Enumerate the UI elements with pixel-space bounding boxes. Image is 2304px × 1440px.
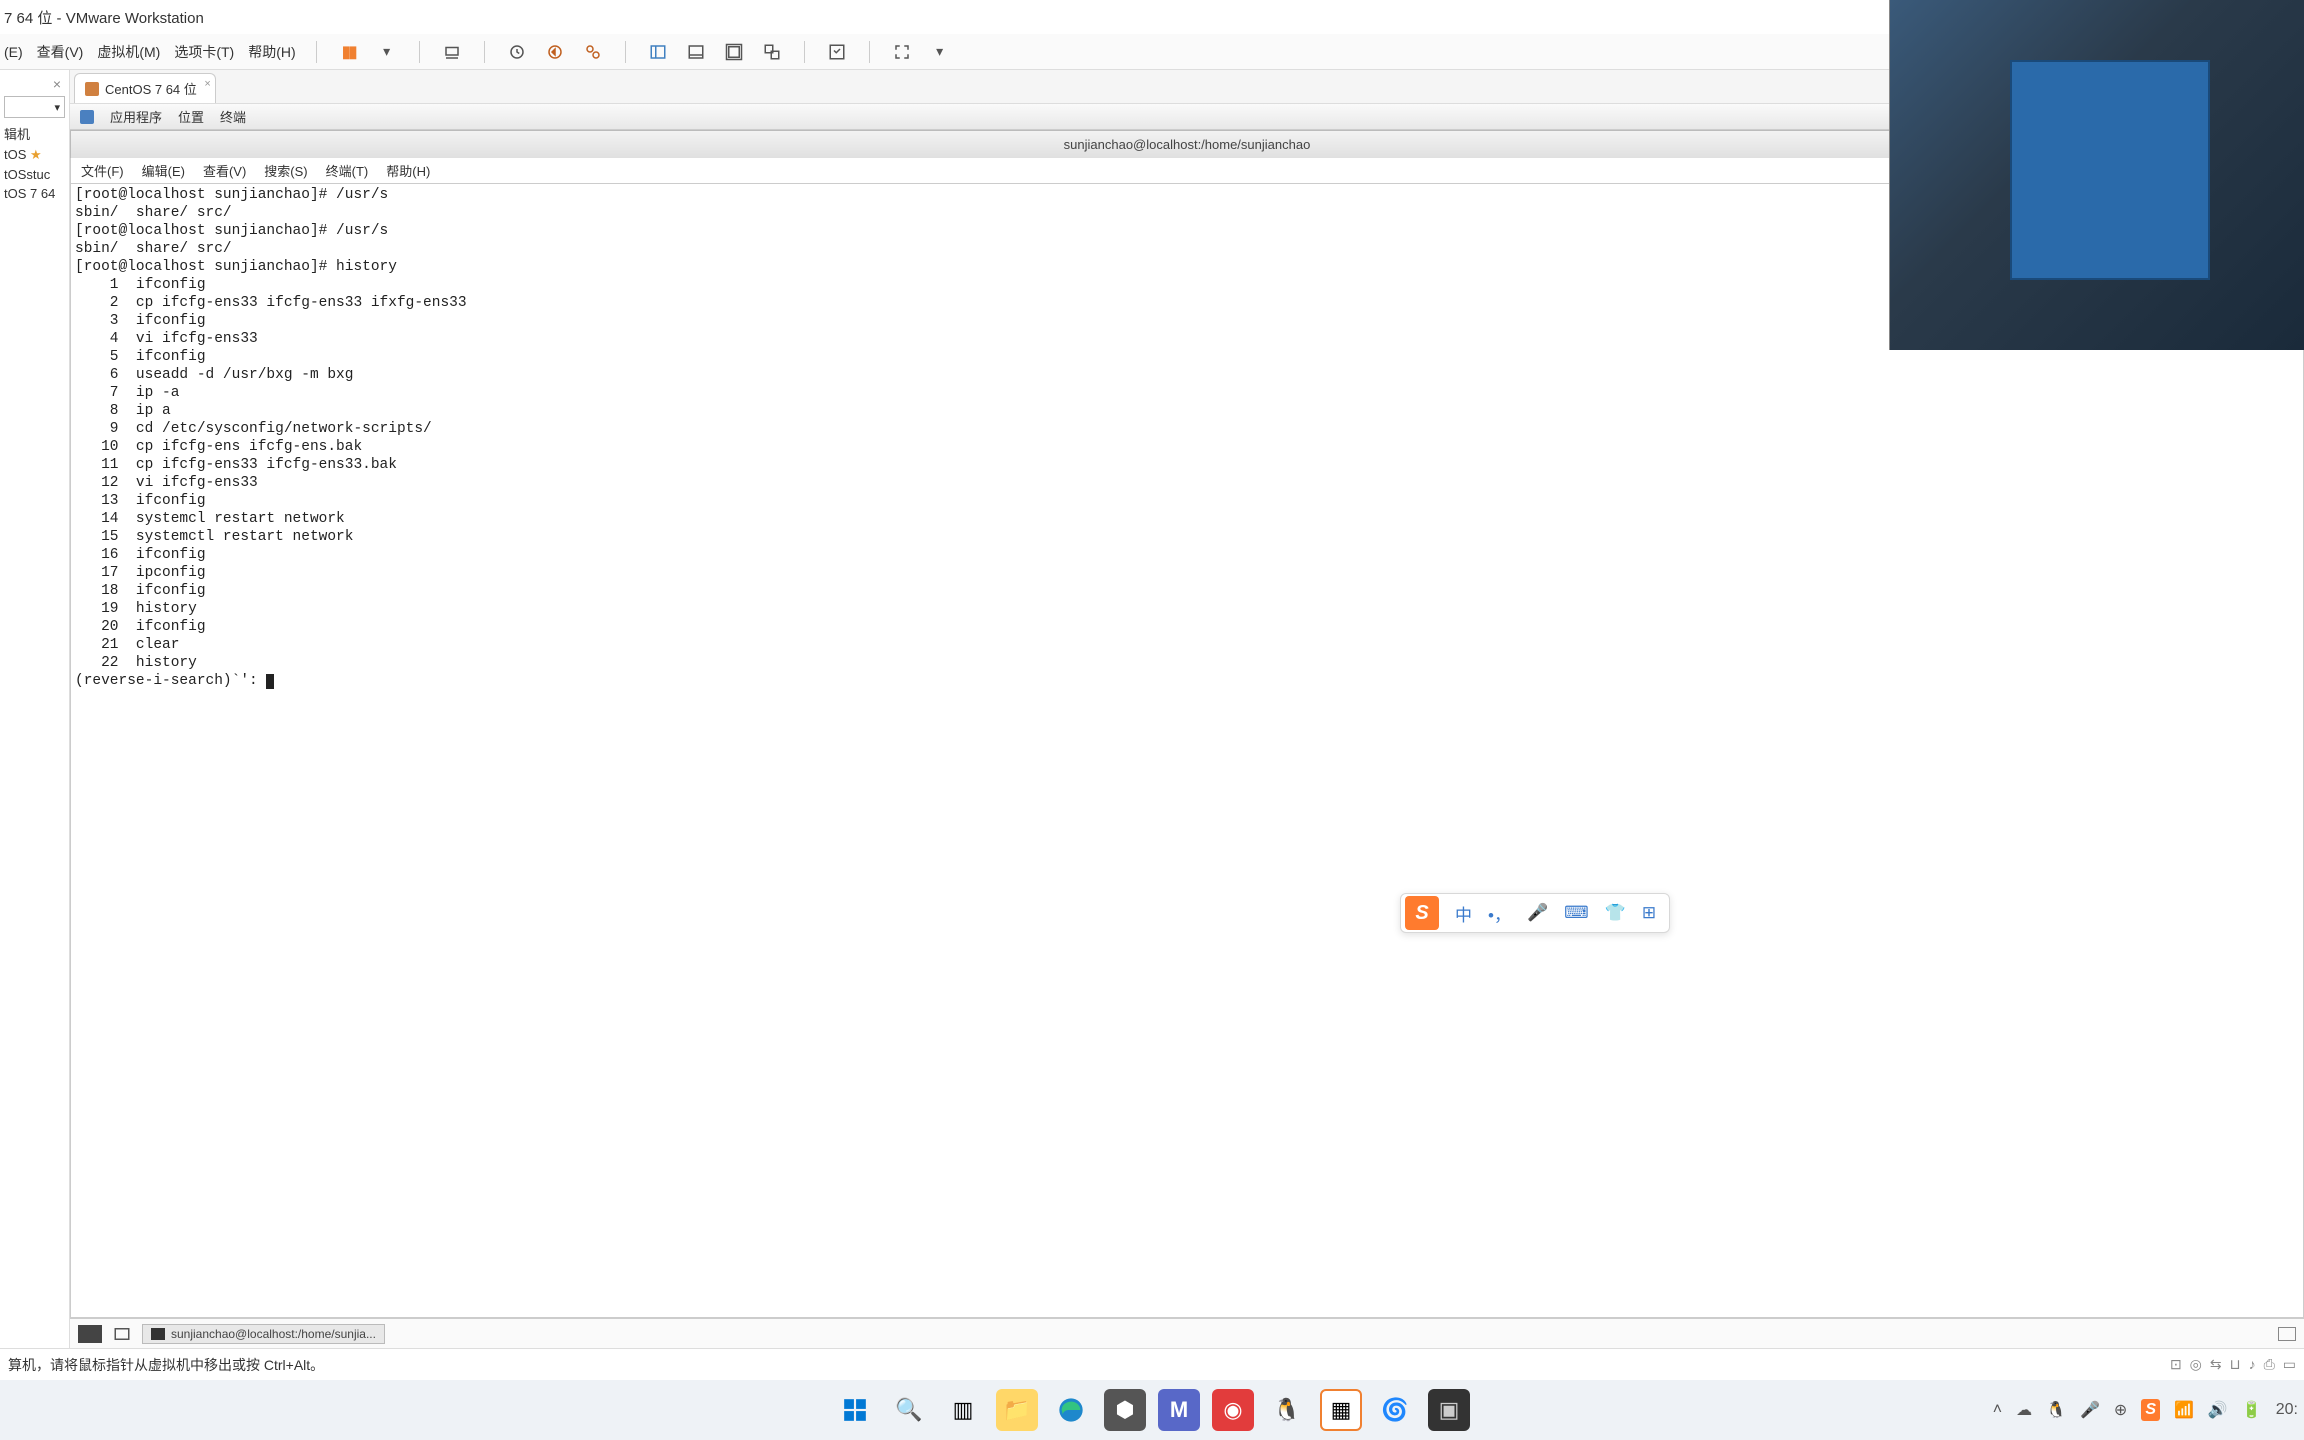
hint-text: 算机，请将鼠标指针从虚拟机中移出或按 Ctrl+Alt。: [8, 1355, 324, 1375]
app-icon-dark[interactable]: ▣: [1428, 1389, 1470, 1431]
webcam-overlay: [1889, 0, 2304, 350]
qq-icon[interactable]: 🐧: [1266, 1389, 1308, 1431]
fullscreen-icon[interactable]: [825, 40, 849, 64]
unity-icon[interactable]: [760, 40, 784, 64]
netease-music-icon[interactable]: ◉: [1212, 1389, 1254, 1431]
keyboard-icon[interactable]: ⌨: [1564, 903, 1589, 923]
system-tray: ˄ ☁ 🐧 🎤 ⊕ S 📶 🔊 🔋 20:: [1993, 1399, 2298, 1421]
vm-tab-icon: [85, 82, 99, 96]
volume-icon[interactable]: 🔊: [2208, 1400, 2228, 1420]
terminal-output[interactable]: [root@localhost sunjianchao]# /usr/s sbi…: [70, 184, 2304, 1318]
gnome-tray: [2278, 1327, 2296, 1341]
tray-sync-icon[interactable]: ⊕: [2114, 1400, 2127, 1420]
term-menu-edit[interactable]: 编辑(E): [142, 161, 185, 180]
start-button[interactable]: [834, 1389, 876, 1431]
chevron-up-icon[interactable]: ˄: [1993, 1401, 2002, 1419]
device-disk-icon[interactable]: ⊡: [2170, 1356, 2182, 1373]
dropdown2-icon[interactable]: ▾: [928, 40, 952, 64]
edge-icon[interactable]: [1050, 1389, 1092, 1431]
window-title: 7 64 位 - VMware Workstation: [4, 7, 204, 28]
gnome-taskbar: sunjianchao@localhost:/home/sunjia...: [70, 1318, 2304, 1348]
tray-mic-icon[interactable]: 🎤: [2080, 1400, 2100, 1420]
term-menu-help[interactable]: 帮助(H): [386, 161, 430, 180]
activities-icon[interactable]: [80, 110, 94, 124]
close-icon[interactable]: ×: [53, 76, 61, 92]
enter-fullscreen-icon[interactable]: [890, 40, 914, 64]
vm-tab-label: CentOS 7 64 位: [105, 79, 197, 98]
task-view-icon[interactable]: ▥: [942, 1389, 984, 1431]
device-cd-icon[interactable]: ◎: [2190, 1356, 2202, 1373]
show-desktop-icon[interactable]: [78, 1325, 102, 1343]
term-menu-terminal[interactable]: 终端(T): [326, 161, 369, 180]
sidebar-item[interactable]: tOSstuc: [0, 165, 69, 184]
menu-help[interactable]: 帮助(H): [248, 42, 295, 62]
sidebar-item[interactable]: 辑机: [0, 122, 69, 145]
app-icon-m[interactable]: M: [1158, 1389, 1200, 1431]
terminal-icon: [151, 1328, 165, 1340]
device-sound-icon[interactable]: ♪: [2249, 1356, 2256, 1373]
show-console-icon[interactable]: [684, 40, 708, 64]
device-printer-icon[interactable]: ⎙: [2264, 1356, 2275, 1373]
snapshot-revert-icon[interactable]: [543, 40, 567, 64]
sidebar-item[interactable]: tOS 7 64: [0, 184, 69, 203]
sidebar-item[interactable]: tOS ★: [0, 145, 69, 165]
window-list-icon[interactable]: [110, 1322, 134, 1346]
terminal-cursor: [266, 674, 274, 689]
toolbox-icon[interactable]: ⊞: [1642, 903, 1656, 923]
snapshot-icon[interactable]: [505, 40, 529, 64]
sogou-logo-icon[interactable]: S: [1405, 896, 1439, 930]
menu-tabs[interactable]: 选项卡(T): [174, 42, 234, 62]
term-menu-file[interactable]: 文件(F): [81, 161, 124, 180]
menu-edit[interactable]: (E): [4, 44, 23, 60]
app-icon-hex[interactable]: ⬢: [1104, 1389, 1146, 1431]
tray-ime-icon[interactable]: S: [2141, 1399, 2160, 1421]
search-combo[interactable]: ▾: [4, 96, 65, 118]
taskbar-terminal-label: sunjianchao@localhost:/home/sunjia...: [171, 1327, 376, 1341]
clock[interactable]: 20:: [2276, 1401, 2298, 1419]
vmware-hintbar: 算机，请将鼠标指针从虚拟机中移出或按 Ctrl+Alt。 ⊡ ◎ ⇆ ⊔ ♪ ⎙…: [0, 1348, 2304, 1380]
menu-view[interactable]: 查看(V): [37, 42, 84, 62]
menu-vm[interactable]: 虚拟机(M): [97, 42, 160, 62]
library-sidebar: × ▾ 辑机 tOS ★ tOSstuc tOS 7 64: [0, 70, 70, 1348]
close-icon[interactable]: ×: [204, 78, 210, 90]
battery-icon[interactable]: 🔋: [2242, 1400, 2262, 1420]
pause-icon[interactable]: ▮▮: [337, 40, 361, 64]
dropdown-icon[interactable]: ▾: [375, 40, 399, 64]
app-icon-swirl[interactable]: 🌀: [1374, 1389, 1416, 1431]
workspace-indicator[interactable]: [2278, 1327, 2296, 1341]
vmware-icon[interactable]: ▦: [1320, 1389, 1362, 1431]
windows-taskbar: 🔍 ▥ 📁 ⬢ M ◉ 🐧 ▦ 🌀 ▣ ˄ ☁ 🐧 🎤 ⊕ S 📶 🔊 🔋 20…: [0, 1380, 2304, 1440]
vm-tab-centos[interactable]: CentOS 7 64 位 ×: [74, 73, 216, 103]
file-explorer-icon[interactable]: 📁: [996, 1389, 1038, 1431]
gnome-places[interactable]: 位置: [178, 107, 204, 126]
gnome-applications[interactable]: 应用程序: [110, 107, 162, 126]
term-menu-search[interactable]: 搜索(S): [264, 161, 307, 180]
send-ctrl-alt-del-icon[interactable]: [440, 40, 464, 64]
device-display-icon[interactable]: ▭: [2283, 1356, 2296, 1373]
term-menu-view[interactable]: 查看(V): [203, 161, 246, 180]
stretch-icon[interactable]: [722, 40, 746, 64]
wifi-icon[interactable]: 📶: [2174, 1400, 2194, 1420]
show-sidebar-icon[interactable]: [646, 40, 670, 64]
tray-qq-icon[interactable]: 🐧: [2046, 1400, 2066, 1420]
onedrive-icon[interactable]: ☁: [2016, 1400, 2032, 1420]
skin-icon[interactable]: 👕: [1605, 903, 1626, 923]
snapshot-manager-icon[interactable]: [581, 40, 605, 64]
star-icon: ★: [30, 147, 42, 162]
ime-punct[interactable]: •，: [1488, 901, 1511, 926]
search-icon[interactable]: 🔍: [888, 1389, 930, 1431]
ime-toolbar[interactable]: S 中 •， 🎤 ⌨ 👕 ⊞: [1400, 893, 1670, 933]
taskbar-terminal-button[interactable]: sunjianchao@localhost:/home/sunjia...: [142, 1324, 385, 1344]
terminal-title: sunjianchao@localhost:/home/sunjianchao: [1064, 137, 1311, 152]
gnome-terminal-label[interactable]: 终端: [220, 107, 246, 126]
mic-icon[interactable]: 🎤: [1527, 903, 1548, 923]
device-net-icon[interactable]: ⇆: [2210, 1356, 2222, 1373]
ime-lang[interactable]: 中: [1455, 901, 1472, 926]
device-usb-icon[interactable]: ⊔: [2230, 1356, 2241, 1373]
